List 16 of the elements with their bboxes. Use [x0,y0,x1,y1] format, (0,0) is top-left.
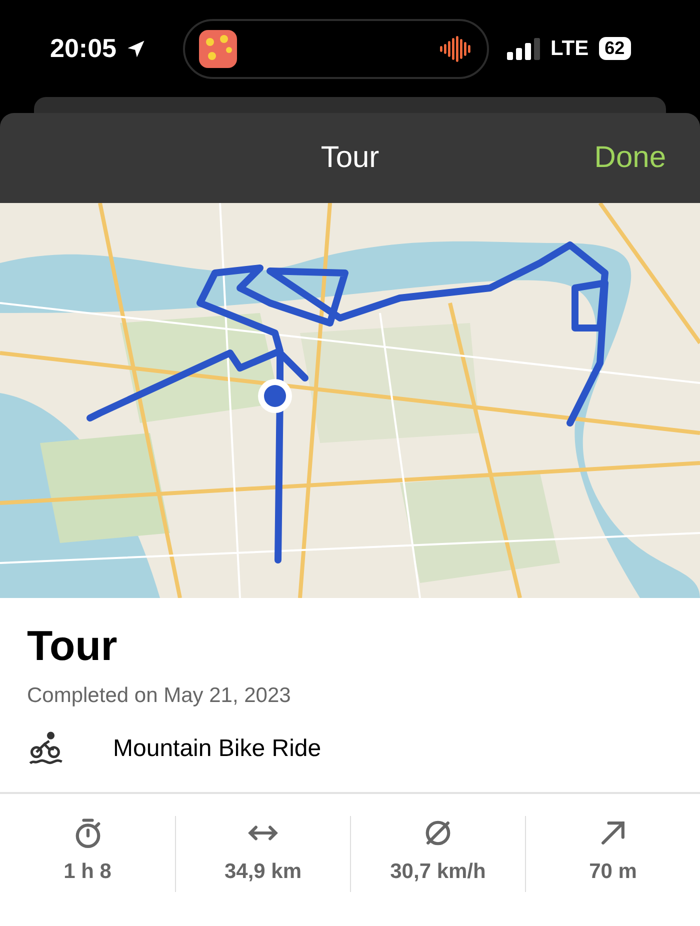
signal-icon [506,38,540,60]
stat-value: 70 m [589,860,637,884]
tour-title: Tour [27,622,118,670]
location-dot [258,379,292,413]
activity-type: Mountain Bike Ride [113,735,322,763]
stat-value: 30,7 km/h [390,860,486,884]
stat-value: 1 h 8 [64,860,112,884]
app-icon [198,30,236,68]
done-button[interactable]: Done [594,141,666,175]
battery-level: 62 [598,37,631,60]
status-time: 20:05 [50,33,116,64]
network-type: LTE [550,36,589,60]
stat-value: 34,9 km [224,860,302,884]
completed-date: Completed on May 21, 2023 [27,684,291,708]
nav-title: Tour [320,141,380,175]
waveform-icon [438,36,472,62]
